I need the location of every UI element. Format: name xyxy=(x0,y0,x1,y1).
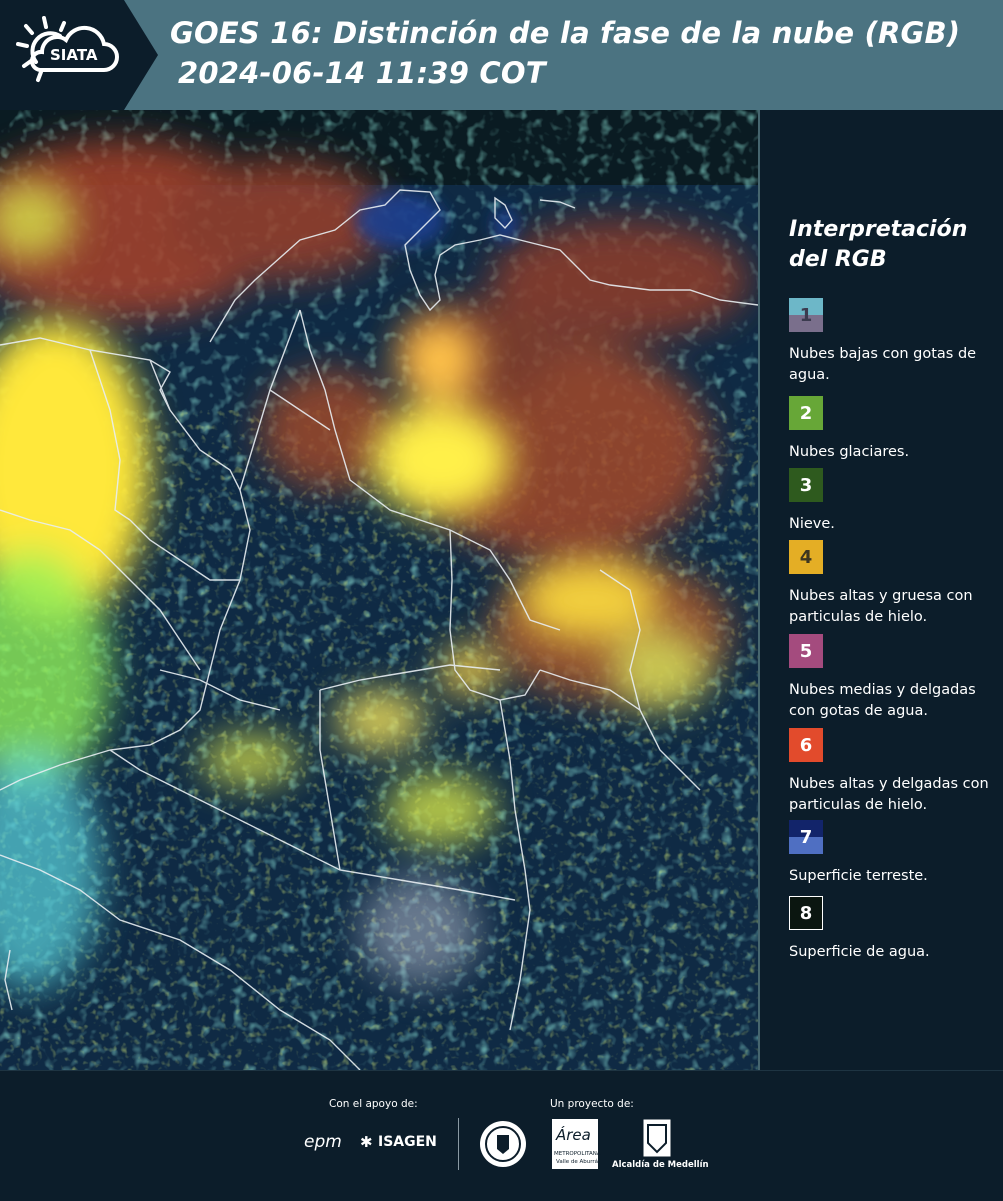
isagen-logo[interactable]: ISAGEN xyxy=(378,1134,437,1150)
legend-label-3: Nieve. xyxy=(789,516,835,532)
siata-logo-text: SIATA xyxy=(50,46,98,64)
alcaldia-crest-icon xyxy=(643,1119,671,1157)
legend-swatch-6: 6 xyxy=(789,728,823,762)
support-label: Con el apoyo de: xyxy=(329,1098,418,1110)
legend-number-5: 5 xyxy=(799,640,813,662)
legend-swatch-4: 4 xyxy=(789,540,823,574)
legend-swatch-8: 8 xyxy=(789,896,823,930)
legend-title: Interpretación del RGB xyxy=(789,217,968,272)
page-title: GOES 16: Distinción de la fase de la nub… xyxy=(170,16,961,50)
legend-label-8: Superficie de agua. xyxy=(789,944,930,960)
legend-label-2: Nubes glaciares. xyxy=(789,444,910,460)
legend-number-3: 3 xyxy=(799,474,813,496)
legend-number-6: 6 xyxy=(799,734,813,756)
area-logo-sub1: METROPOLITANA xyxy=(554,1151,601,1157)
legend-label-5: Nubes medias y delgadas con gotas de agu… xyxy=(789,682,976,719)
legend-swatch-2: 2 xyxy=(789,396,823,430)
satellite-map[interactable] xyxy=(0,110,760,1070)
project-label: Un proyecto de: xyxy=(550,1098,634,1110)
footer-divider xyxy=(458,1118,459,1170)
area-logo-sub2: Valle de Aburrá xyxy=(556,1159,599,1165)
legend-number-8: 8 xyxy=(799,902,813,924)
legend-number-2: 2 xyxy=(799,402,813,424)
legend-number-7: 7 xyxy=(799,826,813,848)
legend-label-1: Nubes bajas con gotas de agua. xyxy=(789,346,977,383)
legend-label-6: Nubes altas y delgadas con particulas de… xyxy=(789,776,989,813)
legend-swatch-1: 1 xyxy=(789,298,823,332)
epm-logo[interactable]: epm xyxy=(304,1132,342,1152)
footer: Con el apoyo de: Un proyecto de: epm ✱ I… xyxy=(0,1070,1003,1201)
area-logo-text: Área xyxy=(556,1126,591,1144)
legend-number-1: 1 xyxy=(799,304,813,326)
alcaldia-logo[interactable]: Alcaldía de Medellín xyxy=(612,1160,709,1170)
emblem-logo[interactable] xyxy=(478,1119,528,1169)
isagen-icon: ✱ xyxy=(360,1133,373,1151)
legend-swatch-3: 3 xyxy=(789,468,823,502)
legend-swatch-7: 7 xyxy=(789,820,823,854)
legend-number-4: 4 xyxy=(799,546,813,568)
page-timestamp: 2024-06-14 11:39 COT xyxy=(178,56,546,90)
header-bar: SIATA GOES 16: Distinción de la fase de … xyxy=(0,0,1003,110)
legend-label-4: Nubes altas y gruesa con particulas de h… xyxy=(789,588,973,625)
siata-logo[interactable]: SIATA xyxy=(0,0,158,110)
legend-label-7: Superficie terreste. xyxy=(789,868,928,884)
legend-swatch-5: 5 xyxy=(789,634,823,668)
